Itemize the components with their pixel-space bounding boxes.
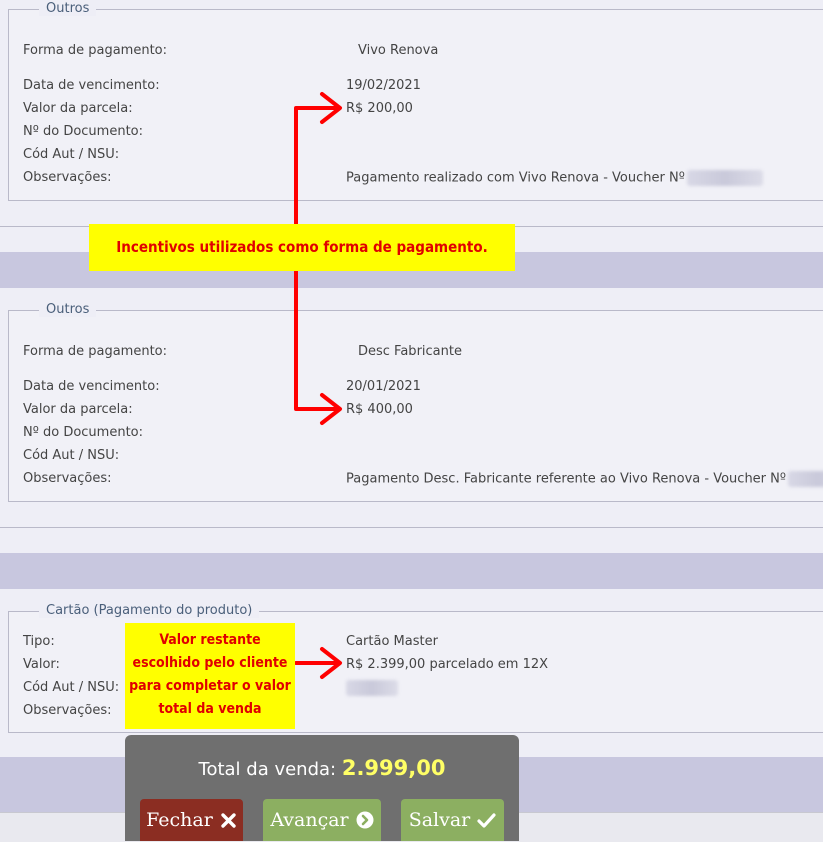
field-label-forma-pagamento: Forma de pagamento: (23, 344, 167, 359)
field-value-forma-pagamento: Desc Fabricante (358, 344, 462, 359)
section-legend: Cartão (Pagamento do produto) (39, 603, 260, 618)
field-label-cod-aut: Cód Aut / NSU: (23, 448, 120, 463)
save-button[interactable]: Salvar (401, 799, 504, 841)
field-value-cod-aut (344, 680, 398, 696)
annotation-note-incentivos: Incentivos utilizados como forma de paga… (89, 224, 515, 271)
payment-section-outros-2: Outros Forma de pagamento: Desc Fabrican… (8, 302, 823, 502)
redacted-cod-aut (346, 680, 398, 696)
divider (0, 527, 823, 528)
field-label-forma-pagamento: Forma de pagamento: (23, 43, 167, 58)
section-legend: Outros (39, 302, 97, 317)
observacoes-text: Pagamento realizado com Vivo Renova - Vo… (346, 170, 685, 186)
field-label-valor-parcela: Valor da parcela: (23, 101, 133, 116)
note-line: para completar o valor (129, 678, 291, 694)
payment-section-outros-1: Outros Forma de pagamento: Vivo Renova D… (8, 1, 823, 201)
close-button[interactable]: Fechar (140, 799, 243, 841)
note-line: Valor restante (159, 632, 261, 648)
field-label-data-vencimento: Data de vencimento: (23, 78, 160, 93)
field-label-tipo: Tipo: (23, 634, 55, 649)
field-value-observacoes: Pagamento realizado com Vivo Renova - Vo… (346, 170, 763, 186)
advance-button-label: Avançar (270, 809, 349, 831)
note-line: total da venda (158, 701, 262, 717)
field-label-observacoes: Observações: (23, 170, 112, 185)
redacted-voucher (686, 170, 763, 186)
field-label-data-vencimento: Data de vencimento: (23, 379, 160, 394)
field-label-documento: Nº do Documento: (23, 425, 144, 440)
close-icon (221, 812, 236, 828)
field-label-valor: Valor: (23, 657, 60, 672)
section-legend: Outros (39, 1, 97, 16)
section-band (0, 553, 823, 589)
redacted-voucher (788, 471, 823, 487)
note-text: Incentivos utilizados como forma de paga… (116, 238, 488, 256)
note-line: escolhido pelo cliente (132, 655, 288, 671)
advance-button[interactable]: Avançar (263, 799, 381, 841)
field-label-valor-parcela: Valor da parcela: (23, 402, 133, 417)
field-label-cod-aut: Cód Aut / NSU: (23, 680, 120, 695)
annotation-note-valor-restante: Valor restante escolhido pelo cliente pa… (125, 623, 295, 729)
field-value-valor-parcela: R$ 400,00 (346, 402, 413, 417)
check-icon (477, 812, 496, 828)
field-value-data-vencimento: 20/01/2021 (346, 379, 421, 394)
field-value-tipo: Cartão Master (346, 634, 438, 649)
field-value-data-vencimento: 19/02/2021 (346, 78, 421, 93)
total-value: 2.999,00 (341, 756, 446, 780)
field-value-forma-pagamento: Vivo Renova (358, 43, 439, 58)
save-button-label: Salvar (408, 809, 471, 831)
field-value-valor-parcela: R$ 200,00 (346, 101, 413, 116)
field-label-cod-aut: Cód Aut / NSU: (23, 147, 120, 162)
field-value-valor: R$ 2.399,00 parcelado em 12X (346, 657, 549, 672)
sale-footer-panel: Total da venda: 2.999,00 Fechar Avançar … (125, 735, 519, 841)
field-value-observacoes: Pagamento Desc. Fabricante referente ao … (346, 471, 823, 487)
total-label: Total da venda: (198, 759, 337, 780)
sale-total: Total da venda: 2.999,00 (125, 756, 519, 780)
chevron-right-circle-icon (356, 811, 374, 829)
field-label-observacoes: Observações: (23, 703, 112, 718)
field-label-documento: Nº do Documento: (23, 124, 144, 139)
close-button-label: Fechar (146, 809, 213, 831)
observacoes-text: Pagamento Desc. Fabricante referente ao … (346, 471, 787, 487)
field-label-observacoes: Observações: (23, 471, 112, 486)
